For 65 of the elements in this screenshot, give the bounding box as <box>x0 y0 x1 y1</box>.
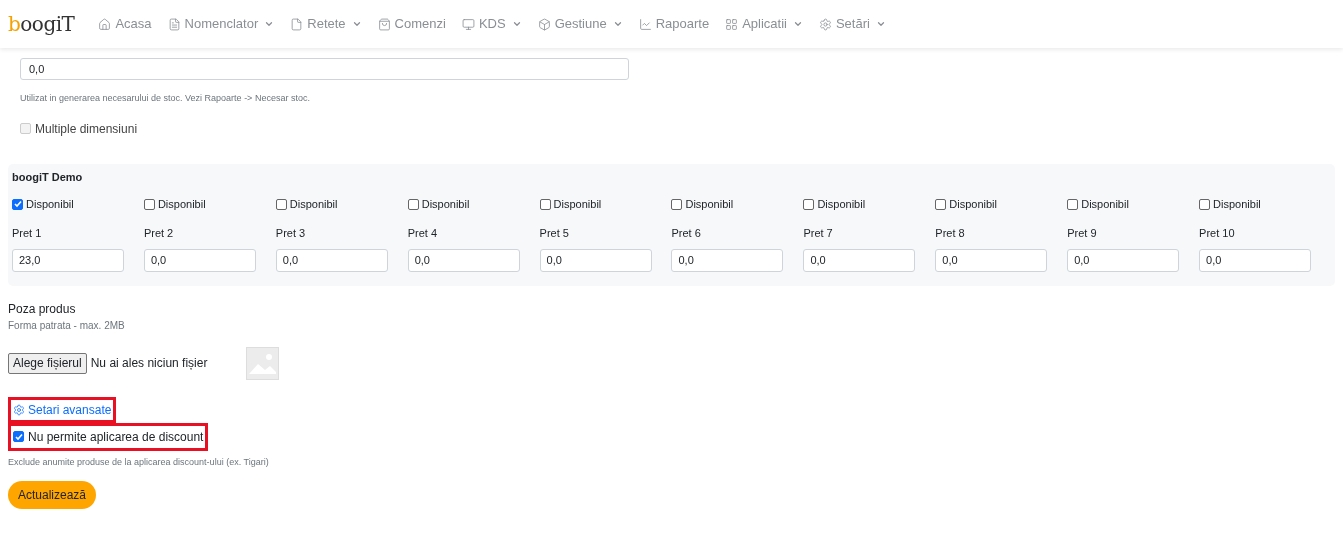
checkbox[interactable] <box>539 198 551 210</box>
price-field[interactable]: 0,0 <box>935 248 1048 272</box>
checkbox-label: Disponibil <box>685 196 734 212</box>
update-button[interactable]: Actualizează <box>8 481 97 509</box>
checkbox-label: Nu permite aplicarea de discount <box>28 428 204 446</box>
price-field[interactable]: 0,0 <box>671 248 784 272</box>
image-placeholder-icon <box>246 346 280 380</box>
field-label: Pret 1 <box>12 226 43 241</box>
help-text: Exclude anumite produse de la aplicarea discount-ului (ex. Tigari) <box>8 455 270 469</box>
price-field[interactable]: 23,0 <box>12 248 124 272</box>
field-label: Pret 2 <box>143 226 175 241</box>
checkbox[interactable] <box>143 198 155 210</box>
file-status: Nu ai ales niciun fișier <box>90 355 208 372</box>
price-field[interactable]: 0,0 <box>143 248 256 272</box>
checkbox[interactable] <box>803 198 815 210</box>
checkbox-label: Disponibil <box>1081 196 1129 212</box>
list-icon <box>167 17 181 31</box>
checkbox[interactable] <box>12 198 23 210</box>
panel-title: boogiT Demo <box>12 169 84 185</box>
bag-icon <box>377 17 391 31</box>
box-icon <box>537 17 551 31</box>
field-label: Pret 5 <box>539 226 570 241</box>
hint-text: Forma patrata - max. 2MB <box>8 318 126 333</box>
home-icon <box>98 17 112 31</box>
checkbox-label: Disponibil <box>553 196 602 212</box>
field-label: Pret 10 <box>1199 226 1236 241</box>
field-label: Pret 6 <box>671 226 702 241</box>
stock-field[interactable]: 0,0 <box>20 58 629 80</box>
monitor-icon <box>461 17 475 31</box>
checkbox[interactable] <box>13 431 24 442</box>
checkbox[interactable] <box>935 198 947 210</box>
price-field[interactable]: 0,0 <box>539 248 652 272</box>
advanced-settings-link[interactable]: Setari avansate <box>28 400 112 419</box>
help-text: Utilizat in generarea necesarului de stoc. Vezi Rapoarte -> Necesar stoc. <box>20 92 311 105</box>
checkbox[interactable] <box>407 198 419 210</box>
checkbox[interactable] <box>1067 198 1079 210</box>
grid-icon <box>725 17 739 31</box>
logo[interactable]: boogiT <box>8 9 75 39</box>
checkbox[interactable] <box>275 198 287 210</box>
field-label: Pret 3 <box>275 226 307 241</box>
price-field[interactable]: 0,0 <box>1067 248 1180 272</box>
file-button[interactable]: Alege fișierul <box>8 352 87 374</box>
checkbox-label: Disponibil <box>817 196 866 212</box>
price-field[interactable]: 0,0 <box>407 248 520 272</box>
field-label: Pret 4 <box>407 226 439 241</box>
checkbox-label: Disponibil <box>1213 196 1261 212</box>
settings-icon <box>818 17 832 31</box>
checkbox-label: Disponibil <box>949 196 997 212</box>
checkbox-label: Disponibil <box>26 196 74 212</box>
line-chart-icon <box>638 17 652 31</box>
price-field[interactable]: 0,0 <box>1199 248 1312 272</box>
checkbox[interactable] <box>671 198 683 210</box>
document-icon <box>290 17 304 31</box>
price-field[interactable]: 0,0 <box>803 248 916 272</box>
section-title: Poza produs <box>8 300 77 318</box>
price-field[interactable]: 0,0 <box>275 248 388 272</box>
field-label: Pret 8 <box>935 226 966 241</box>
settings-icon <box>13 403 25 416</box>
checkbox[interactable] <box>1199 198 1211 210</box>
checkbox-label: Multiple dimensiuni <box>35 120 138 138</box>
checkbox-label: Disponibil <box>289 196 338 212</box>
field-label: Pret 7 <box>803 226 834 241</box>
checkbox-label: Disponibil <box>157 196 206 212</box>
checkbox-label: Disponibil <box>421 196 470 212</box>
field-label: Pret 9 <box>1067 226 1098 241</box>
